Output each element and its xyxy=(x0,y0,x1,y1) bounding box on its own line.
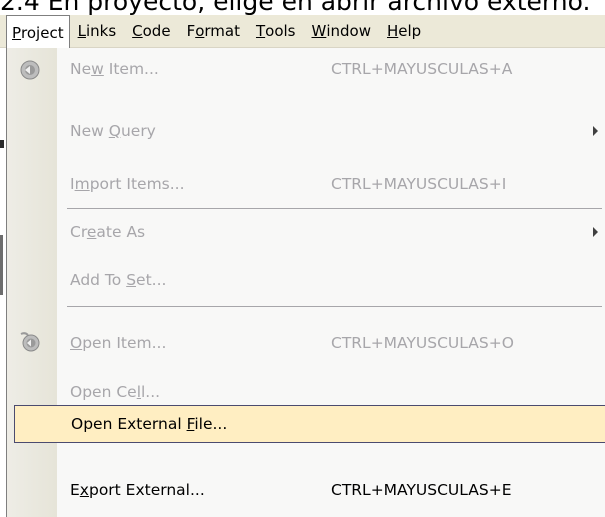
shortcut-label: CTRL+MAYUSCULAS+O xyxy=(331,334,514,352)
menu-separator xyxy=(67,306,602,307)
menu-links[interactable]: Links xyxy=(70,15,125,48)
menu-item-add-to-set[interactable]: Add To Set... xyxy=(7,260,605,300)
project-dropdown-menu: New Item... CTRL+MAYUSCULAS+A New Query … xyxy=(6,48,605,517)
menu-help[interactable]: Help xyxy=(379,15,429,48)
menu-bar: Project Links Code Fo rmat Tools Window H… xyxy=(0,15,605,49)
menu-tools[interactable]: Tools xyxy=(248,15,304,48)
submenu-arrow-icon xyxy=(593,227,598,237)
menu-separator xyxy=(67,208,602,209)
new-item-icon xyxy=(19,59,41,81)
window-edge-mark xyxy=(0,235,3,295)
menu-item-export-external[interactable]: Export External... CTRL+MAYUSCULAS+E xyxy=(7,470,605,510)
shortcut-label: CTRL+MAYUSCULAS+A xyxy=(331,60,513,78)
menu-item-new-item[interactable]: New Item... CTRL+MAYUSCULAS+A xyxy=(7,49,605,89)
menu-item-import-items[interactable]: Import Items... CTRL+MAYUSCULAS+I xyxy=(7,164,605,204)
shortcut-label: CTRL+MAYUSCULAS+E xyxy=(331,481,512,499)
window-edge-mark xyxy=(0,140,4,148)
menu-project[interactable]: Project xyxy=(6,15,70,49)
menu-window[interactable]: Window xyxy=(304,15,380,48)
screenshot-root: 2.4 En proyecto, elige en abrir archivo … xyxy=(0,0,605,517)
menu-item-open-external-file[interactable]: Open External File... xyxy=(14,405,605,443)
menu-format[interactable]: Fo rmat xyxy=(179,15,248,48)
menu-code[interactable]: Code xyxy=(124,15,178,48)
shortcut-label: CTRL+MAYUSCULAS+I xyxy=(331,175,507,193)
open-item-icon xyxy=(19,331,41,353)
menu-item-new-query[interactable]: New Query xyxy=(7,111,605,151)
menu-item-create-as[interactable]: Create As xyxy=(7,212,605,252)
menu-item-open-item[interactable]: Open Item... CTRL+MAYUSCULAS+O xyxy=(7,323,605,363)
submenu-arrow-icon xyxy=(593,126,598,136)
